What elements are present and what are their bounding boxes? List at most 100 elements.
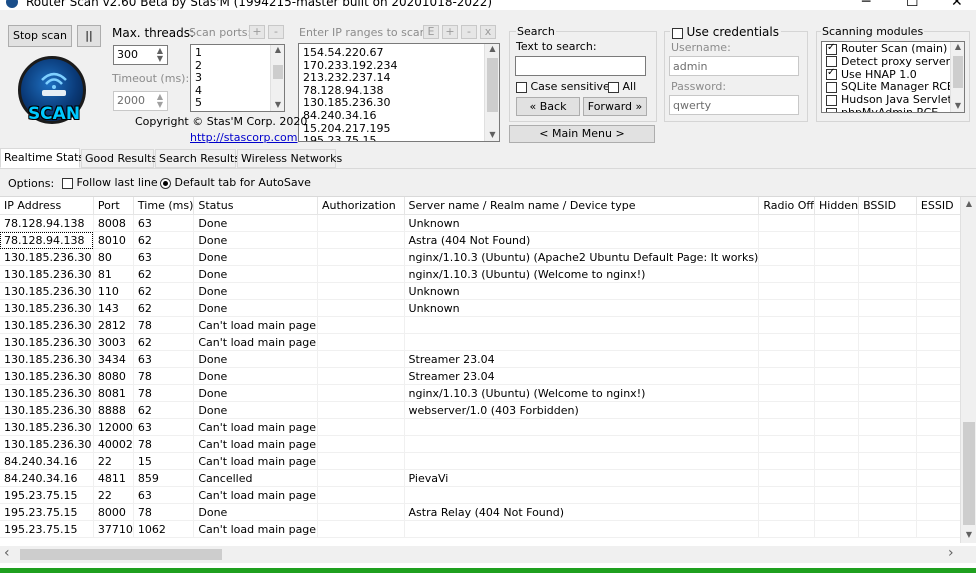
all-check[interactable]	[608, 81, 619, 93]
close-button[interactable]: ✕	[951, 0, 963, 10]
column-header[interactable]: ESSID	[916, 197, 961, 215]
table-row[interactable]: 130.185.236.30 143 62 Done Unknown	[0, 299, 961, 317]
ip-clear-button[interactable]: x	[480, 25, 496, 39]
ip-add-button[interactable]: +	[442, 25, 458, 39]
forward-button[interactable]: Forward »	[583, 97, 647, 116]
tab-search-results[interactable]: Search Results	[155, 149, 240, 168]
column-header[interactable]: Radio Off	[758, 197, 816, 215]
module-checkbox[interactable]	[826, 56, 837, 68]
spin-down-icon[interactable]: ▼	[154, 54, 166, 63]
module-checkbox[interactable]	[826, 67, 837, 81]
column-header[interactable]: Status	[193, 197, 318, 215]
search-input[interactable]	[515, 56, 646, 76]
ports-list[interactable]: 12345 ▲ ▼	[190, 44, 285, 112]
table-row[interactable]: 84.240.34.16 4811 859 Cancelled PievaVi	[0, 469, 961, 487]
module-item[interactable]: Router Scan (main)	[826, 42, 947, 55]
follow-last-line-check[interactable]	[62, 177, 73, 189]
column-header[interactable]: Authorization	[317, 197, 405, 215]
column-header[interactable]: Hidden	[814, 197, 860, 215]
scroll-down-icon[interactable]: ▼	[485, 130, 499, 139]
username-input[interactable]: admin	[669, 56, 799, 76]
all-checkbox[interactable]: All	[608, 80, 636, 93]
ip-range-item[interactable]: 154.54.220.67	[303, 46, 397, 60]
table-vertical-scrollbar[interactable]: ▲ ▼	[960, 197, 976, 543]
add-port-button[interactable]: +	[249, 25, 265, 39]
use-credentials-check[interactable]	[672, 27, 683, 39]
table-row[interactable]: 84.240.34.16 22 15 Can't load main page	[0, 452, 961, 470]
scroll-thumb[interactable]	[20, 549, 222, 560]
table-row[interactable]: 130.185.236.30 8080 78 Done Streamer 23.04	[0, 367, 961, 385]
default-tab-radio[interactable]: Default tab for AutoSave	[160, 176, 311, 189]
ip-remove-button[interactable]: -	[461, 25, 477, 39]
scroll-thumb[interactable]	[953, 56, 963, 88]
scroll-up-icon[interactable]: ▲	[961, 199, 976, 208]
scroll-thumb[interactable]	[487, 58, 498, 112]
table-row[interactable]: 78.128.94.138 8008 63 Done Unknown	[0, 214, 961, 232]
port-item[interactable]: 5	[195, 97, 202, 110]
follow-last-line-checkbox[interactable]: Follow last line	[62, 176, 158, 189]
default-tab-radio-dot[interactable]	[160, 177, 171, 189]
back-button[interactable]: « Back	[516, 97, 580, 116]
module-checkbox[interactable]	[826, 94, 837, 106]
ip-range-item[interactable]: 195.23.75.15	[303, 135, 397, 141]
module-item[interactable]: Use HNAP 1.0	[826, 67, 917, 81]
module-item[interactable]: phpMyAdmin RCE	[826, 107, 938, 112]
table-row[interactable]: 78.128.94.138 8010 62 Done Astra (404 Not Fo…	[0, 231, 961, 249]
scroll-thumb[interactable]	[963, 422, 975, 525]
ip-ranges-list[interactable]: 154.54.220.67 170.233.192.234 213.232.237.…	[298, 43, 500, 142]
table-row[interactable]: 130.185.236.30 8081 78 Done nginx/1.10.3 (Ub…	[0, 384, 961, 402]
spin-down-icon[interactable]: ▼	[154, 100, 166, 109]
password-input[interactable]: qwerty	[669, 95, 799, 115]
remove-port-button[interactable]: -	[268, 25, 284, 39]
table-row[interactable]: 195.23.75.15 8000 78 Done Astra Relay (404 N…	[0, 503, 961, 521]
module-checkbox[interactable]	[826, 42, 837, 55]
timeout-input[interactable]: 2000 ▲ ▼	[113, 91, 168, 111]
modules-scrollbar[interactable]: ▲ ▼	[950, 42, 964, 112]
table-row[interactable]: 130.185.236.30 2812 78 Can't load main page	[0, 316, 961, 334]
table-row[interactable]: 130.185.236.30 8888 62 Done webserver/1.0 (4…	[0, 401, 961, 419]
table-row[interactable]: 195.23.75.15 37710 1062 Can't load main pag…	[0, 520, 961, 538]
website-link[interactable]: http://stascorp.com	[190, 131, 298, 144]
column-header[interactable]: BSSID	[858, 197, 917, 215]
main-menu-button[interactable]: < Main Menu >	[509, 125, 655, 143]
scroll-up-icon[interactable]: ▲	[951, 42, 964, 51]
column-header[interactable]: Time (ms)	[133, 197, 195, 215]
port-item[interactable]: 1	[195, 46, 202, 60]
ip-ranges-scrollbar[interactable]: ▲ ▼	[484, 44, 499, 141]
column-header[interactable]: Port	[93, 197, 134, 215]
module-item[interactable]: SQLite Manager RCE	[826, 81, 954, 93]
case-sensitive-checkbox[interactable]: Case sensitive	[516, 80, 610, 93]
column-header[interactable]: IP Address	[0, 197, 94, 215]
max-threads-input[interactable]: 300 ▲ ▼	[113, 45, 168, 65]
modules-list[interactable]: Router Scan (main)Detect proxy serversUs…	[821, 41, 965, 113]
tab-good-results[interactable]: Good Results	[81, 149, 157, 168]
tab-realtime-stats[interactable]: Realtime Stats	[0, 148, 84, 168]
minimize-button[interactable]: ─	[862, 0, 870, 10]
scroll-down-icon[interactable]: ▼	[271, 100, 284, 109]
module-item[interactable]: Detect proxy servers	[826, 55, 956, 68]
module-checkbox[interactable]	[826, 81, 837, 93]
scroll-right-icon[interactable]: ›	[948, 545, 954, 561]
ip-edit-button[interactable]: E	[423, 25, 439, 39]
use-credentials-checkbox[interactable]: Use credentials	[670, 25, 781, 39]
table-row[interactable]: 130.185.236.30 110 62 Done Unknown	[0, 282, 961, 300]
port-item[interactable]: 3	[195, 72, 202, 85]
module-checkbox[interactable]	[826, 107, 837, 112]
ports-scrollbar[interactable]: ▲ ▼	[270, 45, 284, 111]
table-row[interactable]: 195.23.75.15 22 63 Can't load main page	[0, 486, 961, 504]
case-sensitive-check[interactable]	[516, 81, 527, 93]
table-horizontal-scrollbar[interactable]: ‹ ›	[0, 545, 976, 563]
table-row[interactable]: 130.185.236.30 40002 78 Can't load main pag…	[0, 435, 961, 453]
tab-wireless-networks[interactable]: Wireless Networks	[237, 149, 342, 168]
stop-scan-button[interactable]: Stop scan	[8, 25, 72, 47]
module-item[interactable]: Hudson Java Servlet	[826, 94, 952, 106]
table-row[interactable]: 130.185.236.30 3434 63 Done Streamer 23.04	[0, 350, 961, 368]
ip-range-item[interactable]: 213.232.237.14	[303, 72, 397, 85]
scroll-down-icon[interactable]: ▼	[961, 530, 976, 539]
maximize-button[interactable]: ☐	[906, 0, 919, 10]
scroll-left-icon[interactable]: ‹	[4, 545, 10, 561]
scroll-down-icon[interactable]: ▼	[951, 101, 964, 110]
table-row[interactable]: 130.185.236.30 12000 63 Can't load main pag…	[0, 418, 961, 436]
scroll-thumb[interactable]	[273, 65, 283, 79]
table-row[interactable]: 130.185.236.30 3003 62 Can't load main page	[0, 333, 961, 351]
